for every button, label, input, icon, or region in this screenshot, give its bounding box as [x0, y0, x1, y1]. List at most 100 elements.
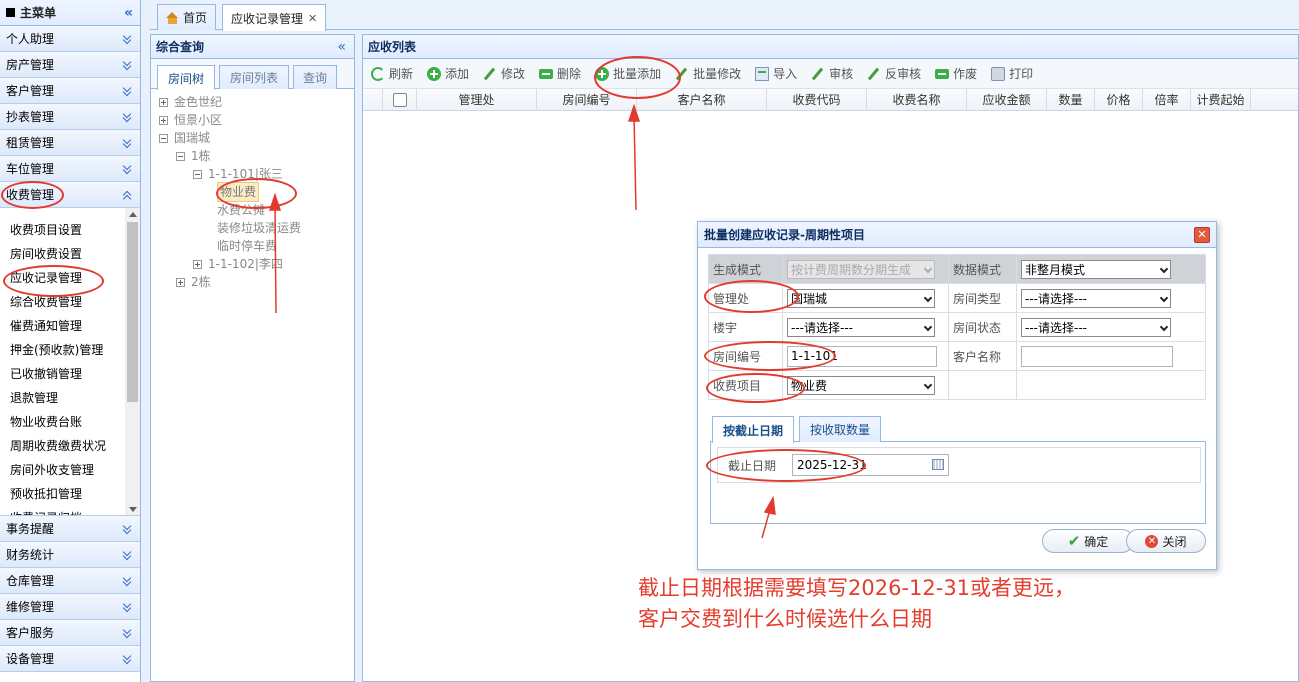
list-panel-title: 应收列表: [368, 40, 417, 54]
tab-room-tree[interactable]: 房间树: [157, 65, 215, 90]
expand-icon[interactable]: [176, 277, 185, 287]
room-no-input[interactable]: 1-1-101: [787, 345, 937, 367]
submenu-item-8[interactable]: 物业收费台账: [0, 410, 140, 434]
tree-node[interactable]: 1-1-101|张三: [159, 165, 354, 183]
menu-group-bottom-0[interactable]: 事务提醒: [0, 516, 140, 542]
menu-group-1[interactable]: 房产管理: [0, 52, 140, 78]
tree-node[interactable]: 1栋: [159, 147, 354, 165]
submenu-item-10[interactable]: 房间外收支管理: [0, 458, 140, 482]
submenu-scrollbar[interactable]: [125, 208, 140, 515]
menu-group-bottom-2[interactable]: 仓库管理: [0, 568, 140, 594]
menu-group-2[interactable]: 客户管理: [0, 78, 140, 104]
tab-room-list[interactable]: 房间列表: [219, 65, 289, 89]
column-header[interactable]: 数量: [1047, 89, 1095, 110]
toolbar-button-0[interactable]: 刷新: [371, 65, 413, 82]
chevron-down-icon: [923, 264, 933, 273]
tree-node[interactable]: 国瑞城: [159, 129, 354, 147]
expand-icon[interactable]: [193, 259, 202, 269]
scroll-thumb[interactable]: [127, 222, 138, 402]
menu-group-5[interactable]: 车位管理: [0, 156, 140, 182]
charge-item-select[interactable]: 物业费: [787, 375, 935, 395]
scroll-up-icon[interactable]: [129, 212, 137, 217]
menu-group-3[interactable]: 抄表管理: [0, 104, 140, 130]
toolbar-button-7[interactable]: 审核: [811, 65, 853, 82]
submenu-item-5[interactable]: 押金(预收款)管理: [0, 338, 140, 362]
menu-group-4[interactable]: 租赁管理: [0, 130, 140, 156]
submenu-item-3[interactable]: 综合收费管理: [0, 290, 140, 314]
collapse-icon[interactable]: [176, 151, 185, 161]
submenu-item-7[interactable]: 退款管理: [0, 386, 140, 410]
tree-node[interactable]: 临时停车费: [159, 237, 354, 255]
office-value: 国瑞城: [791, 291, 828, 306]
submenu-item-9[interactable]: 周期收费缴费状况: [0, 434, 140, 458]
dialog-close-icon[interactable]: ✕: [1194, 226, 1210, 243]
submenu-item-12[interactable]: 收费记录归档: [0, 506, 140, 515]
tab-by-quantity[interactable]: 按收取数量: [799, 416, 881, 442]
calendar-icon[interactable]: [932, 459, 945, 470]
menu-group-bottom-4[interactable]: 客户服务: [0, 620, 140, 646]
toolbar-button-3[interactable]: 删除: [539, 65, 581, 82]
toolbar-button-2[interactable]: 修改: [483, 65, 525, 82]
tab-by-end-date[interactable]: 按截止日期: [712, 416, 794, 443]
menu-group-charge[interactable]: 收费管理: [0, 182, 140, 208]
menu-group-bottom-3[interactable]: 维修管理: [0, 594, 140, 620]
toolbar-button-1[interactable]: 添加: [427, 65, 469, 82]
customer-input[interactable]: [1021, 345, 1173, 367]
tab-home[interactable]: 首页: [157, 4, 217, 30]
tree-node[interactable]: 装修垃圾清运费: [159, 219, 354, 237]
select-all-checkbox[interactable]: [392, 92, 407, 107]
toolbar-button-9[interactable]: 作废: [935, 65, 977, 82]
room-state-select[interactable]: ---请选择---: [1021, 317, 1171, 337]
end-date-input[interactable]: 2025-12-31: [792, 454, 950, 476]
column-header[interactable]: 收费代码: [767, 89, 867, 110]
data-mode-select[interactable]: 非整月模式: [1021, 259, 1171, 279]
tree-node[interactable]: 恒景小区: [159, 111, 354, 129]
tree-node[interactable]: 2栋: [159, 273, 354, 291]
expand-icon[interactable]: [159, 97, 168, 107]
expand-icon[interactable]: [159, 115, 168, 125]
tab-receivable[interactable]: 应收记录管理 ✕: [222, 4, 327, 31]
submenu-item-4[interactable]: 催费通知管理: [0, 314, 140, 338]
column-header[interactable]: 倍率: [1143, 89, 1191, 110]
tree-node[interactable]: 1-1-102|李四: [159, 255, 354, 273]
collapse-panel-icon[interactable]: «: [337, 39, 346, 55]
column-header[interactable]: 应收金额: [967, 89, 1047, 110]
building-select[interactable]: ---请选择---: [787, 317, 935, 337]
confirm-button[interactable]: ✔ 确定: [1042, 529, 1134, 553]
submenu-item-2[interactable]: 应收记录管理: [0, 266, 140, 290]
toolbar-button-5[interactable]: 批量修改: [675, 65, 741, 82]
toolbar-button-4[interactable]: 批量添加: [595, 65, 661, 82]
tree-node[interactable]: 水费公摊: [159, 201, 354, 219]
menu-group-0[interactable]: 个人助理: [0, 26, 140, 52]
column-header[interactable]: 价格: [1095, 89, 1143, 110]
tab-by-quantity-label: 按收取数量: [809, 423, 870, 437]
room-type-select[interactable]: ---请选择---: [1021, 288, 1171, 308]
column-header[interactable]: 收费名称: [867, 89, 967, 110]
toolbar-button-6[interactable]: 导入: [755, 65, 797, 82]
chevron-down-icon: [1159, 322, 1169, 331]
office-label: 管理处: [708, 283, 783, 313]
collapse-icon[interactable]: [159, 133, 168, 143]
menu-group-bottom-1[interactable]: 财务统计: [0, 542, 140, 568]
toolbar-button-10[interactable]: 打印: [991, 65, 1033, 82]
tab-query[interactable]: 查询: [293, 65, 337, 89]
menu-group-bottom-5[interactable]: 设备管理: [0, 646, 140, 672]
collapse-icon[interactable]: [193, 169, 202, 179]
scroll-down-icon[interactable]: [129, 507, 137, 512]
column-header[interactable]: 客户名称: [637, 89, 767, 110]
collapse-menu-icon[interactable]: «: [124, 5, 133, 21]
close-button[interactable]: ✕ 关闭: [1126, 529, 1206, 553]
column-header[interactable]: 管理处: [417, 89, 537, 110]
submenu-item-1[interactable]: 房间收费设置: [0, 242, 140, 266]
tree-node[interactable]: 物业费: [159, 182, 354, 202]
gen-mode-select: 按计费周期数分期生成: [787, 259, 935, 279]
submenu-item-0[interactable]: 收费项目设置: [0, 218, 140, 242]
close-tab-icon[interactable]: ✕: [308, 12, 317, 25]
toolbar-button-8[interactable]: 反审核: [867, 65, 921, 82]
column-header[interactable]: 计费起始: [1191, 89, 1251, 110]
tree-node[interactable]: 金色世纪: [159, 93, 354, 111]
submenu-item-6[interactable]: 已收撤销管理: [0, 362, 140, 386]
office-select[interactable]: 国瑞城: [787, 288, 935, 308]
submenu-item-11[interactable]: 预收抵扣管理: [0, 482, 140, 506]
column-header[interactable]: 房间编号: [537, 89, 637, 110]
